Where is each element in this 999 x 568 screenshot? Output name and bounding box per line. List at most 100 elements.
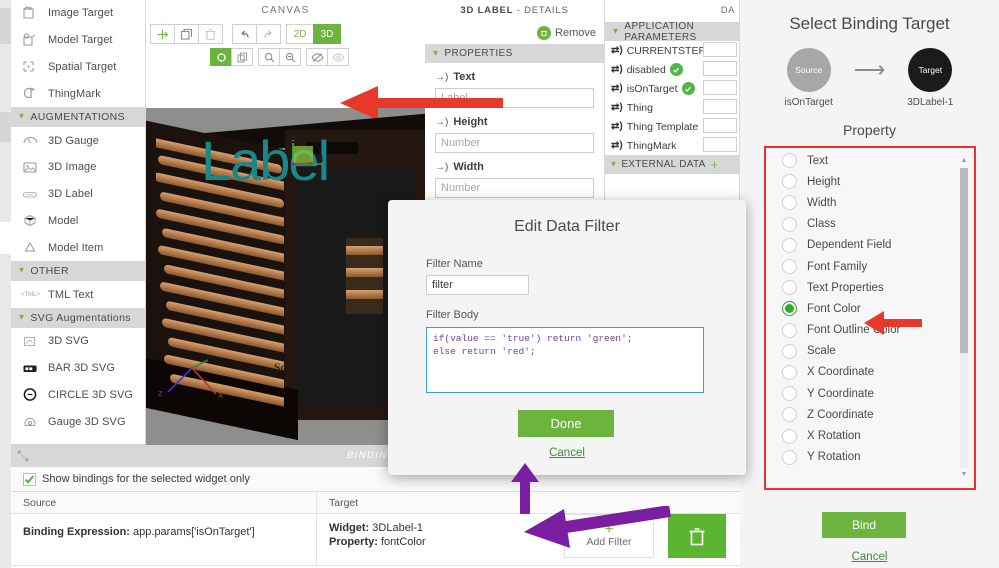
mode-2d-button[interactable]: 2D (286, 24, 314, 44)
bind-button[interactable]: Bind (822, 512, 906, 538)
widget-item-3d-image[interactable]: 3D Image (11, 153, 145, 181)
radio-icon[interactable] (782, 386, 797, 402)
radio-icon[interactable] (782, 174, 797, 190)
radio-icon[interactable] (782, 343, 797, 359)
property-option-y-rotation[interactable]: Y Rotation (768, 447, 954, 468)
external-data-label: EXTERNAL DATA (621, 159, 706, 170)
widget-item-image-target[interactable]: Image Target (11, 0, 145, 27)
param-value-input[interactable] (703, 61, 737, 76)
zoom-fit-icon[interactable] (279, 48, 301, 66)
radio-icon[interactable] (782, 237, 797, 253)
property-option-x-coordinate[interactable]: X Coordinate (768, 362, 954, 383)
scroll-up-arrow-icon[interactable]: ▲ (960, 156, 968, 166)
property-option-z-coordinate[interactable]: Z Coordinate (768, 404, 954, 425)
text-input[interactable] (435, 88, 594, 108)
widget-item-spatial-target[interactable]: Spatial Target (11, 53, 145, 81)
param-value-input[interactable] (703, 118, 737, 133)
property-option-dependent-field[interactable]: Dependent Field (768, 235, 954, 256)
binding-arrow-icon[interactable]: →) (435, 72, 448, 83)
height-input[interactable] (435, 133, 594, 153)
radio-icon[interactable] (782, 195, 797, 211)
add-filter-button[interactable]: + Add Filter (564, 514, 654, 558)
transform-gizmo-icon[interactable] (283, 140, 331, 182)
radio-icon-selected[interactable] (782, 301, 797, 317)
source-node[interactable]: Source isOnTarget (782, 48, 836, 108)
hide-icon[interactable] (306, 48, 328, 66)
property-option-class[interactable]: Class (768, 214, 954, 235)
radio-icon[interactable] (782, 153, 797, 169)
property-option-scale[interactable]: Scale (768, 341, 954, 362)
property-option-width[interactable]: Width (768, 192, 954, 213)
property-option-text-properties[interactable]: Text Properties (768, 277, 954, 298)
radio-icon[interactable] (782, 280, 797, 296)
zoom-in-icon[interactable] (258, 48, 280, 66)
widget-item-3d-svg[interactable]: 3D SVG (11, 327, 145, 355)
table-row[interactable]: Binding Expression: app.params['isOnTarg… (11, 514, 740, 566)
checkbox-icon[interactable] (23, 472, 36, 486)
delete-filter-button[interactable] (668, 514, 726, 558)
width-input[interactable] (435, 178, 594, 198)
dialog-cancel-link[interactable]: Cancel (740, 551, 999, 563)
widget-item-thingmark[interactable]: ThingMark (11, 80, 145, 108)
param-value-input[interactable] (703, 99, 737, 114)
bound-check-icon (681, 82, 695, 95)
filter-name-input[interactable] (426, 275, 529, 295)
widget-group-other[interactable]: ▾ OTHER (11, 261, 145, 282)
param-binding-icon: ⇄) (611, 121, 623, 132)
redo-icon[interactable] (256, 24, 281, 44)
param-value-input[interactable] (703, 80, 737, 95)
filter-body-textarea[interactable]: if(value == 'true') return 'green'; else… (426, 327, 704, 393)
widget-item-gauge-3d-svg[interactable]: Gauge 3D SVG (11, 408, 145, 436)
widget-group-svg-augmentations[interactable]: ▾ SVG Augmentations (11, 307, 145, 328)
properties-section-header[interactable]: ▾ PROPERTIES (425, 44, 604, 63)
property-option-x-rotation[interactable]: X Rotation (768, 425, 954, 446)
binding-arrow-icon[interactable]: →) (435, 162, 448, 173)
remove-button[interactable]: Remove (425, 22, 604, 44)
radio-icon[interactable] (782, 322, 797, 338)
widget-item-3d-gauge[interactable]: 3D Gauge (11, 127, 145, 154)
delete-icon[interactable] (198, 24, 223, 44)
widget-item-model-item[interactable]: Model Item (11, 234, 145, 262)
widget-item-3d-label[interactable]: 3D Label (11, 180, 145, 208)
widget-item-model[interactable]: Model (11, 207, 145, 235)
scrollbar-thumb[interactable] (960, 168, 968, 353)
widget-item-tml-text[interactable]: <TML> TML Text (11, 281, 145, 308)
done-button[interactable]: Done (518, 410, 614, 437)
move-tool-icon[interactable] (210, 48, 232, 66)
property-option-font-color[interactable]: Font Color (768, 298, 954, 319)
application-parameters-header[interactable]: ▾ APPLICATION PARAMETERS (605, 21, 739, 43)
target-node[interactable]: Target 3DLabel-1 (903, 48, 957, 108)
radio-icon[interactable] (782, 216, 797, 232)
show-icon[interactable] (327, 48, 349, 66)
scroll-down-arrow-icon[interactable]: ▼ (960, 470, 968, 480)
property-option-text[interactable]: Text (768, 150, 954, 171)
property-option-height[interactable]: Height (768, 171, 954, 192)
property-option-font-family[interactable]: Font Family (768, 256, 954, 277)
radio-icon[interactable] (782, 407, 797, 423)
param-row-thing-template-wrap: ⇄) Thing Template (605, 117, 739, 136)
align-icon[interactable] (150, 24, 175, 44)
widget-item-model-target[interactable]: Model Target (11, 26, 145, 54)
property-option-font-outline-color[interactable]: Font Outline Color (768, 320, 954, 341)
duplicate-icon[interactable] (174, 24, 199, 44)
widget-item-circle-3d-svg[interactable]: CIRCLE 3D SVG (11, 381, 145, 409)
mode-3d-button[interactable]: 3D (313, 24, 341, 44)
external-data-header[interactable]: ▾ EXTERNAL DATA + (605, 155, 739, 174)
radio-icon[interactable] (782, 428, 797, 444)
copy-tool-icon[interactable] (231, 48, 253, 66)
widget-group-augmentations[interactable]: ▾ AUGMENTATIONS (11, 107, 145, 128)
binding-arrow-icon[interactable]: →) (435, 117, 448, 128)
undo-icon[interactable] (232, 24, 257, 44)
radio-icon[interactable] (782, 259, 797, 275)
param-value-input[interactable] (703, 42, 737, 57)
widget-item-bar-3d-svg[interactable]: BAR 3D SVG (11, 354, 145, 382)
param-value-input[interactable] (703, 137, 737, 152)
radio-icon[interactable] (782, 364, 797, 380)
property-list-scrollbar[interactable]: ▲ ▼ (960, 156, 968, 480)
radio-icon[interactable] (782, 449, 797, 465)
3d-viewport[interactable]: Label z x Scene polygon count: 5 (146, 72, 425, 445)
property-option-y-coordinate[interactable]: Y Coordinate (768, 383, 954, 404)
modal-cancel-link[interactable]: Cancel (388, 447, 746, 459)
add-external-data-icon[interactable]: + (711, 158, 719, 171)
source-badge: Source (786, 48, 831, 92)
